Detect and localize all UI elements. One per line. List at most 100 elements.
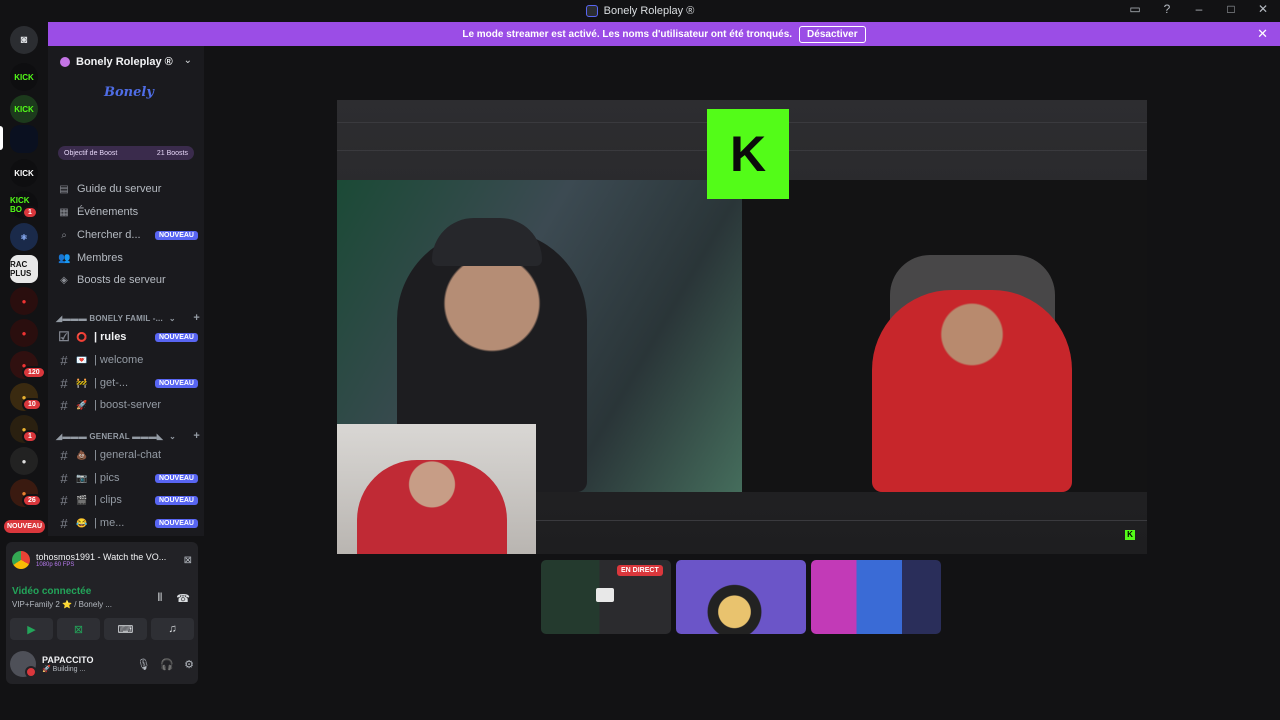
webcam-right: [742, 180, 1147, 492]
server-kick-2[interactable]: KICK: [10, 95, 38, 123]
stream-title: tohosmos1991 - Watch the VO...: [36, 552, 167, 562]
menu-browse-channels[interactable]: ⌕ Chercher d... NOUVEAU: [58, 225, 198, 245]
camera-button[interactable]: ▶: [10, 618, 53, 640]
unread-badge: 1: [22, 206, 38, 219]
channel-emoji: 🚀: [76, 399, 88, 410]
thumbnail-stream[interactable]: EN DIRECT: [541, 560, 671, 634]
soundboard-button[interactable]: ♫: [151, 618, 194, 640]
server-kick-1[interactable]: KICK: [10, 63, 38, 91]
channel-memes[interactable]: # 😂 | me... NOUVEAU: [58, 513, 198, 533]
category-general[interactable]: ◢▬▬▬ GENERAL ▬▬▬◣ ⌄ +: [56, 429, 200, 443]
server-badge-icon: [60, 57, 70, 67]
thumbnail-participant-2[interactable]: [676, 560, 806, 634]
menu-members[interactable]: 👥 Membres: [58, 248, 198, 268]
voice-channel-name[interactable]: VIP+Family 2 ⭐ / Bonely ...: [12, 600, 112, 609]
server-banner-logo: Bonely: [104, 85, 154, 100]
screen-share-button[interactable]: ⊠: [57, 618, 100, 640]
server-label: KICK: [14, 168, 34, 178]
banner-message: Le mode streamer est activé. Les noms d'…: [462, 28, 793, 40]
menu-label: Membres: [77, 252, 123, 264]
channel-pics[interactable]: # 📷 | pics NOUVEAU: [58, 468, 198, 488]
channel-general-chat[interactable]: # 💩 | general-chat: [58, 445, 198, 465]
channel-label: | me...: [94, 517, 125, 529]
new-servers-badge[interactable]: NOUVEAU: [4, 520, 46, 533]
add-channel-icon[interactable]: +: [193, 430, 200, 442]
channel-label: | boost-server: [94, 399, 162, 411]
webcam-inset: [337, 424, 536, 554]
search-channels-icon: ⌕: [61, 229, 67, 241]
user-panel[interactable]: PAPACCITO 🚀 Building ... 🎙 🎧 ⚙: [10, 648, 194, 680]
microphone-icon[interactable]: 🎙: [136, 658, 150, 671]
kick-logo-icon: K: [707, 109, 789, 199]
channel-emoji: 😂: [76, 517, 88, 528]
channel-label: | pics: [94, 472, 120, 484]
settings-gear-icon[interactable]: ⚙: [184, 658, 194, 671]
boost-goal-label: Objectif de Boost: [64, 149, 118, 157]
server-rac-plus[interactable]: RAC PLUS: [10, 255, 38, 283]
server-header[interactable]: Bonely Roleplay ® ⌄ Bonely: [48, 46, 204, 156]
new-tag: NOUVEAU: [154, 230, 198, 240]
headphones-icon[interactable]: 🎧: [160, 658, 174, 671]
avatar[interactable]: [10, 651, 37, 678]
server-atom[interactable]: ⚛: [10, 223, 38, 251]
thumbnail-participant-3[interactable]: [811, 560, 941, 634]
menu-label: Boosts de serveur: [77, 274, 166, 286]
channel-boost-server[interactable]: # 🚀 | boost-server: [58, 395, 198, 415]
menu-boosts[interactable]: ◈ Boosts de serveur: [58, 270, 198, 290]
stream-quality: 1080p 60 FPS: [36, 562, 75, 568]
discord-home-icon[interactable]: ◙: [10, 26, 38, 54]
channel-clips[interactable]: # 🎬 | clips NOUVEAU: [58, 490, 198, 510]
inbox-icon[interactable]: ▭: [1126, 2, 1144, 16]
boost-count: 21 Boosts: [156, 149, 188, 157]
chevron-down-icon[interactable]: ⌄: [184, 55, 192, 66]
server-skull[interactable]: ●: [10, 447, 38, 475]
channel-emoji: 💌: [76, 354, 88, 365]
stop-stream-icon[interactable]: ⊠: [184, 555, 192, 566]
boost-goal-bar[interactable]: Objectif de Boost 21 Boosts: [58, 146, 194, 160]
add-channel-icon[interactable]: +: [193, 312, 200, 324]
hash-icon: #: [60, 375, 68, 391]
channel-get[interactable]: # 🚧 | get-... NOUVEAU: [58, 373, 198, 393]
menu-guide[interactable]: ▤ Guide du serveur: [58, 179, 198, 199]
title-bar: Bonely Roleplay ® ▭ ? – □ ✕: [0, 0, 1280, 22]
maximize-button[interactable]: □: [1222, 2, 1240, 16]
server-name[interactable]: Bonely Roleplay ®: [60, 56, 173, 68]
hash-icon: #: [60, 515, 68, 531]
streamer-cap: [432, 218, 542, 266]
server-red-1[interactable]: ●: [10, 287, 38, 315]
disconnect-icon[interactable]: ☎: [176, 592, 190, 605]
category-bonely-family[interactable]: ◢▬▬▬ BONELY FAMIL -... ⌄ +: [56, 311, 200, 325]
server-red-2[interactable]: ●: [10, 319, 38, 347]
channel-label: | get-...: [94, 377, 129, 389]
noise-suppression-icon[interactable]: ⦀: [157, 592, 162, 605]
stream-row[interactable]: tohosmos1991 - Watch the VO... 1080p 60 …: [12, 548, 192, 572]
channel-emoji: ⭕: [76, 331, 88, 342]
streamer-mode-banner: Le mode streamer est activé. Les noms d'…: [48, 22, 1280, 46]
unread-badge: 10: [22, 398, 42, 411]
close-banner-icon[interactable]: ✕: [1257, 26, 1268, 42]
channel-rules[interactable]: ☑ ⭕ | rules NOUVEAU: [58, 327, 198, 347]
window-controls: ▭ ? – □ ✕: [1126, 2, 1272, 16]
menu-label: Guide du serveur: [77, 183, 162, 195]
chrome-icon: [12, 551, 30, 569]
server-kick-3[interactable]: KICK: [10, 159, 38, 187]
channel-emoji: 💩: [76, 449, 88, 460]
minimize-button[interactable]: –: [1190, 2, 1208, 16]
members-icon: 👥: [58, 252, 71, 264]
disable-streamer-button[interactable]: Désactiver: [799, 25, 866, 43]
channel-welcome[interactable]: # 💌 | welcome: [58, 350, 198, 370]
voice-action-buttons: ▶ ⊠ ⌨ ♫: [10, 618, 194, 640]
close-window-button[interactable]: ✕: [1254, 2, 1272, 16]
chevron-down-icon: ⌄: [169, 431, 177, 441]
participant-thumbnails: EN DIRECT: [541, 560, 941, 634]
hash-icon: #: [60, 492, 68, 508]
activity-button[interactable]: ⌨: [104, 618, 147, 640]
voice-status[interactable]: Vidéo connectée: [12, 586, 91, 597]
menu-events[interactable]: ▦ Événements: [58, 202, 198, 222]
new-tag: NOUVEAU: [154, 332, 198, 342]
channel-emoji: 📷: [76, 472, 88, 483]
server-bonely[interactable]: [10, 125, 38, 153]
channel-label: | general-chat: [94, 449, 162, 461]
stream-stage[interactable]: K K: [337, 100, 1147, 554]
help-icon[interactable]: ?: [1158, 2, 1176, 16]
